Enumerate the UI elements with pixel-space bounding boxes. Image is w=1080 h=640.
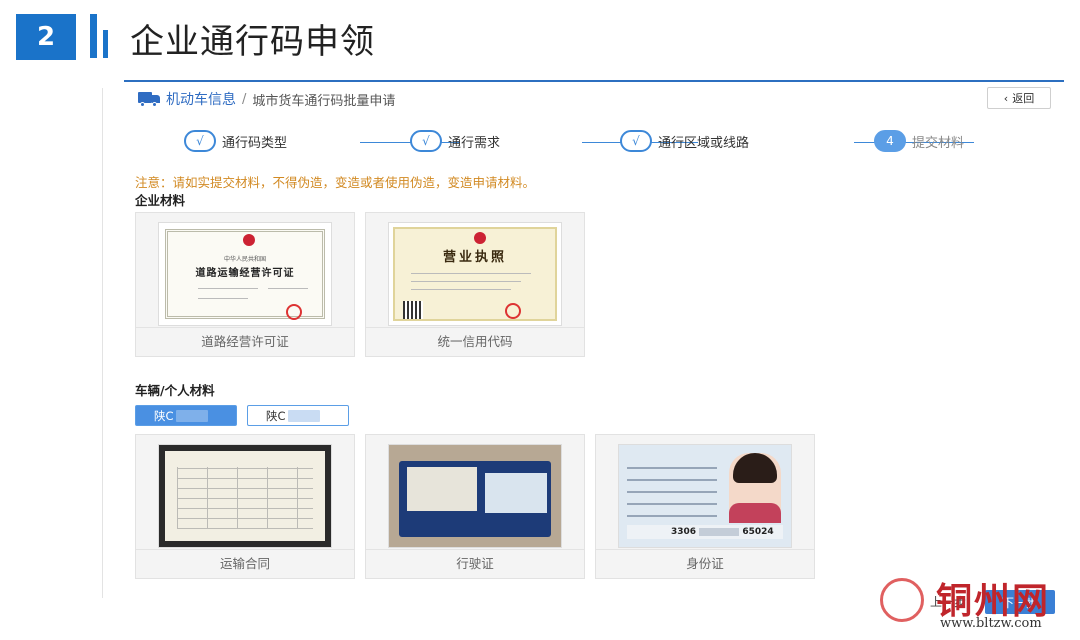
breadcrumb-link-vehicle-info[interactable]: 机动车信息 bbox=[166, 89, 236, 109]
site-watermark: 铜州网 www.bltzw.com bbox=[876, 572, 1076, 636]
card-caption: 运输合同 bbox=[219, 556, 270, 571]
vehicle-plate-tabs: 陕C 陕C bbox=[135, 405, 349, 426]
emblem-icon bbox=[474, 232, 486, 244]
upload-card-id-card[interactable]: 3306 65024 身份证 bbox=[595, 434, 815, 579]
qr-code-icon bbox=[403, 301, 423, 319]
step-label: 通行需求 bbox=[448, 135, 501, 151]
app-window: 机动车信息 / 城市货车通行码批量申请 ‹ 返回 √ 通行码类型 √ 通行需求 … bbox=[102, 80, 1064, 625]
step-3: √ 通行区域或线路 bbox=[620, 130, 749, 152]
seal-icon bbox=[505, 303, 521, 319]
back-button-label: 返回 bbox=[1012, 92, 1035, 105]
slide-title: 企业通行码申领 bbox=[130, 22, 375, 62]
step-1: √ 通行码类型 bbox=[184, 130, 287, 152]
step-label: 通行区域或线路 bbox=[658, 135, 750, 151]
step-label: 通行码类型 bbox=[222, 135, 288, 151]
enterprise-section-title: 企业材料 bbox=[135, 193, 186, 208]
tab-plate-2[interactable]: 陕C bbox=[247, 405, 349, 426]
watermark-seal-icon bbox=[880, 578, 924, 622]
back-button[interactable]: ‹ 返回 bbox=[987, 87, 1051, 109]
transport-contract-image bbox=[158, 444, 332, 548]
truck-icon bbox=[138, 92, 160, 107]
card-caption: 统一信用代码 bbox=[437, 334, 513, 349]
slide-number-badge: 2 bbox=[16, 14, 76, 60]
breadcrumb-current: 城市货车通行码批量申请 bbox=[252, 93, 396, 109]
business-license-image: 营业执照 bbox=[388, 222, 562, 326]
step-number: 4 bbox=[874, 130, 906, 152]
upload-card-road-permit[interactable]: 中华人民共和国 道路运输经营许可证 道路经营许可证 bbox=[135, 212, 355, 357]
step-label: 提交材料 bbox=[912, 135, 965, 151]
check-icon: √ bbox=[620, 130, 652, 152]
accent-bar-short bbox=[103, 30, 108, 58]
check-icon: √ bbox=[410, 130, 442, 152]
breadcrumb: 机动车信息 / 城市货车通行码批量申请 bbox=[138, 89, 395, 109]
emblem-icon bbox=[243, 234, 255, 246]
header-divider bbox=[124, 80, 1064, 82]
breadcrumb-separator: / bbox=[242, 91, 247, 107]
card-caption: 行驶证 bbox=[456, 556, 494, 571]
card-caption: 道路经营许可证 bbox=[201, 334, 289, 349]
upload-card-transport-contract[interactable]: 运输合同 bbox=[135, 434, 355, 579]
driving-license-image bbox=[388, 444, 562, 548]
notice-text: 注意：请如实提交材料，不得伪造，变造或者使用伪造，变造申请材料。 bbox=[135, 175, 536, 190]
tab-plate-1[interactable]: 陕C bbox=[135, 405, 237, 426]
id-card-image: 3306 65024 bbox=[618, 444, 792, 548]
slide-header: 2 企业通行码申领 bbox=[0, 0, 1080, 72]
accent-bar bbox=[90, 14, 97, 58]
chevron-left-icon: ‹ bbox=[1003, 91, 1009, 105]
vehicle-section-title: 车辆/个人材料 bbox=[135, 383, 215, 398]
window-border bbox=[102, 88, 103, 598]
card-caption: 身份证 bbox=[686, 556, 724, 571]
step-4: 4 提交材料 bbox=[874, 130, 964, 152]
upload-card-credit-code[interactable]: 营业执照 统一信用代码 bbox=[365, 212, 585, 357]
check-icon: √ bbox=[184, 130, 216, 152]
step-progress: √ 通行码类型 √ 通行需求 √ 通行区域或线路 4 提交材料 bbox=[182, 130, 1062, 156]
watermark-url: www.bltzw.com bbox=[940, 616, 1042, 631]
seal-icon bbox=[286, 304, 302, 320]
step-2: √ 通行需求 bbox=[410, 130, 500, 152]
road-permit-image: 中华人民共和国 道路运输经营许可证 bbox=[158, 222, 332, 326]
upload-card-driving-license[interactable]: 行驶证 bbox=[365, 434, 585, 579]
